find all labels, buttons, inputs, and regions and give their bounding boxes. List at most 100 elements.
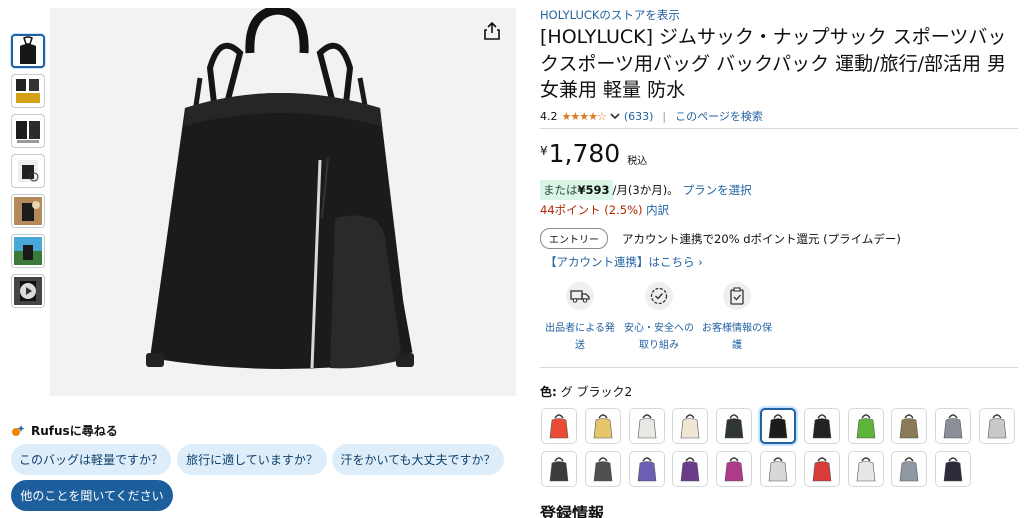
feature-privacy[interactable]: お客様情報の保護 bbox=[698, 282, 776, 354]
thumbnail-6[interactable] bbox=[11, 234, 45, 268]
color-swatch[interactable] bbox=[935, 408, 971, 444]
rufus-header: Rufusに尋ねる bbox=[11, 422, 118, 439]
installment-suffix: /月(3か月)。 bbox=[612, 183, 679, 197]
color-swatch[interactable] bbox=[672, 451, 708, 487]
bag-thumbnail-icon bbox=[856, 414, 876, 439]
color-swatch[interactable] bbox=[935, 451, 971, 487]
feature-seller-shipping[interactable]: 出品者による発送 bbox=[541, 282, 619, 354]
price: ¥ 1,780 税込 bbox=[540, 140, 647, 168]
thumbnail-5[interactable] bbox=[11, 194, 45, 228]
thumbnail-3[interactable] bbox=[11, 114, 45, 148]
rating-separator: | bbox=[662, 109, 667, 123]
bag-thumbnail-icon bbox=[593, 414, 613, 439]
bag-thumbnail-icon bbox=[899, 457, 919, 482]
bag-thumbnail-icon bbox=[637, 414, 657, 439]
installment-amount: ¥593 bbox=[577, 183, 610, 197]
bag-thumbnail-icon bbox=[724, 457, 744, 482]
shield-check-icon bbox=[645, 282, 673, 310]
color-swatch[interactable] bbox=[891, 408, 927, 444]
thumbnail-1[interactable] bbox=[11, 34, 45, 68]
color-swatch[interactable] bbox=[629, 408, 665, 444]
feature-safety[interactable]: 安心・安全への取り組み bbox=[620, 282, 698, 354]
feature-label: 出品者による発送 bbox=[545, 323, 615, 351]
main-product-image[interactable] bbox=[50, 5, 516, 396]
bag-thumbnail-icon bbox=[899, 414, 919, 439]
bag-thumbnail-icon bbox=[812, 457, 832, 482]
secure-clipboard-icon bbox=[723, 282, 751, 310]
color-swatch[interactable] bbox=[848, 408, 884, 444]
divider bbox=[540, 367, 1018, 368]
price-amount: 1,780 bbox=[548, 139, 621, 168]
rufus-title: Rufusに尋ねる bbox=[31, 424, 118, 438]
points-row: 44ポイント (2.5%) 内訳 bbox=[540, 202, 669, 218]
color-swatch[interactable] bbox=[716, 451, 752, 487]
color-swatch[interactable] bbox=[585, 451, 621, 487]
bag-thumbnail-icon bbox=[943, 457, 963, 482]
color-swatch[interactable] bbox=[760, 451, 796, 487]
thumbnail-2[interactable] bbox=[11, 74, 45, 108]
feature-label: 安心・安全への取り組み bbox=[624, 323, 694, 351]
tax-label: 税込 bbox=[627, 156, 648, 167]
color-label-title: 色: bbox=[540, 385, 557, 399]
color-swatch[interactable] bbox=[848, 451, 884, 487]
bag-thumbnail-icon bbox=[593, 457, 613, 482]
bag-thumbnail-icon bbox=[987, 414, 1007, 439]
color-label: 色: グ ブラック2 bbox=[540, 383, 632, 400]
feature-label: お客様情報の保護 bbox=[702, 323, 772, 351]
color-swatch[interactable] bbox=[585, 408, 621, 444]
color-swatch[interactable] bbox=[541, 451, 577, 487]
rufus-chip-sweat[interactable]: 汗をかいても大丈夫ですか？ bbox=[332, 444, 504, 475]
bag-thumbnail-icon bbox=[549, 414, 569, 439]
review-count-link[interactable]: (633) bbox=[624, 110, 654, 123]
color-swatch[interactable] bbox=[629, 451, 665, 487]
color-swatch[interactable] bbox=[891, 451, 927, 487]
rufus-chip-travel[interactable]: 旅行に適していますか？ bbox=[177, 444, 327, 475]
bag-thumbnail-icon bbox=[724, 414, 744, 439]
installment-highlight: または¥593 bbox=[540, 180, 613, 200]
product-title: [HOLYLUCK] ジムサック・ナップサック スポーツバックスポーツ用バッグ … bbox=[540, 26, 1007, 101]
color-swatch[interactable] bbox=[760, 408, 796, 444]
entry-button[interactable]: エントリー bbox=[540, 228, 608, 249]
color-swatch[interactable] bbox=[716, 408, 752, 444]
store-link[interactable]: HOLYLUCKのストアを表示 bbox=[540, 7, 680, 23]
color-swatch[interactable] bbox=[672, 408, 708, 444]
points-detail-link[interactable]: 内訳 bbox=[646, 203, 669, 217]
price-symbol: ¥ bbox=[540, 144, 548, 158]
plan-select-link[interactable]: プランを選択 bbox=[683, 182, 752, 198]
thumbnail-4[interactable] bbox=[11, 154, 45, 188]
rating-row: 4.2 ★★★★☆ (633) | このページを検索 bbox=[540, 108, 763, 124]
account-link[interactable]: 【アカウント連携】はこちら › bbox=[545, 254, 703, 270]
entry-row: エントリー アカウント連携で20% dポイント還元 (プライムデー) bbox=[540, 228, 901, 249]
bag-thumbnail-icon bbox=[680, 457, 700, 482]
color-swatch[interactable] bbox=[804, 408, 840, 444]
installment-row: または¥593 /月(3か月)。 プランを選択 bbox=[540, 180, 752, 200]
bag-thumbnail-icon bbox=[768, 414, 788, 439]
rating-value: 4.2 bbox=[540, 109, 558, 123]
entry-text: アカウント連携で20% dポイント還元 (プライムデー) bbox=[622, 231, 901, 246]
installment-prefix: または bbox=[543, 183, 578, 197]
bag-thumbnail-icon bbox=[812, 414, 832, 439]
registration-title: 登録情報 bbox=[540, 504, 605, 518]
bag-thumbnail-icon bbox=[680, 414, 700, 439]
points-value: 44ポイント (2.5%) bbox=[540, 203, 643, 217]
bag-thumbnail-icon bbox=[637, 457, 657, 482]
truck-icon bbox=[566, 282, 594, 310]
bag-thumbnail-icon bbox=[856, 457, 876, 482]
color-swatch[interactable] bbox=[979, 408, 1015, 444]
divider bbox=[540, 128, 1018, 129]
color-swatch[interactable] bbox=[541, 408, 577, 444]
share-icon[interactable] bbox=[480, 19, 504, 43]
bag-thumbnail-icon bbox=[768, 457, 788, 482]
chevron-down-icon[interactable] bbox=[610, 112, 620, 120]
bag-thumbnail-icon bbox=[943, 414, 963, 439]
bag-thumbnail-icon bbox=[549, 457, 569, 482]
thumbnail-list bbox=[11, 34, 45, 314]
color-selected-name: グ ブラック2 bbox=[560, 385, 633, 399]
search-page-link[interactable]: このページを検索 bbox=[675, 108, 763, 124]
rufus-sparkle-icon bbox=[12, 424, 25, 436]
thumbnail-video[interactable] bbox=[11, 274, 45, 308]
star-rating-icon[interactable]: ★★★★☆ bbox=[562, 110, 607, 123]
rufus-ask-other-button[interactable]: 他のことを聞いてください bbox=[11, 480, 173, 511]
color-swatch[interactable] bbox=[804, 451, 840, 487]
rufus-chip-lightweight[interactable]: このバッグは軽量ですか？ bbox=[11, 444, 171, 475]
